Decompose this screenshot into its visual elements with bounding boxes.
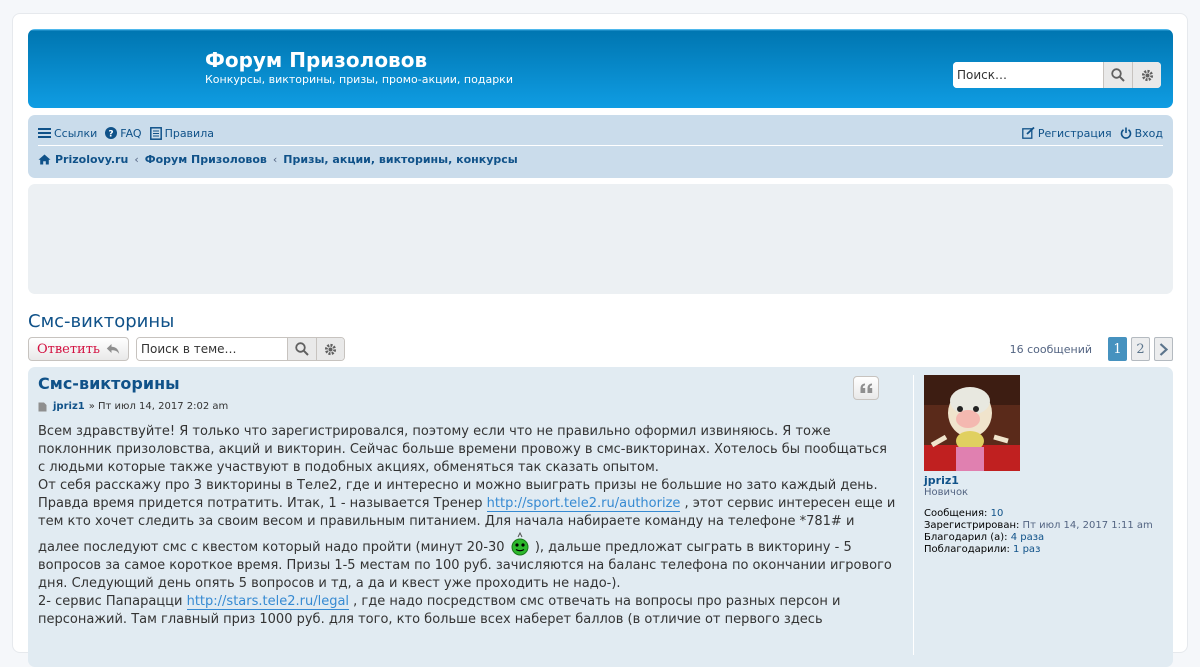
reply-arrow-icon: [106, 344, 120, 354]
nav-register-label: Регистрация: [1037, 126, 1112, 140]
post-profile: jpriz1 Новичок Сообщения: 10 Зарегистрир…: [913, 375, 1163, 655]
breadcrumb-item-forum[interactable]: Форум Призоловов: [145, 153, 267, 166]
search-icon: [295, 342, 309, 356]
post-link-sport[interactable]: http://sport.tele2.ru/authorize: [486, 496, 681, 512]
nav-links-menu[interactable]: Ссылки: [38, 127, 97, 140]
rules-document-icon: [149, 126, 162, 140]
gear-icon: [324, 343, 336, 355]
profile-thanked-label: Благодарил (а):: [924, 532, 1008, 543]
nav-register-link[interactable]: Регистрация: [1021, 126, 1112, 140]
profile-registered-label: Зарегистрирован:: [924, 520, 1020, 531]
header-search-input[interactable]: [953, 62, 1103, 88]
nav-login-label: Вход: [1134, 126, 1163, 140]
topic-search-button[interactable]: [287, 338, 316, 360]
topic-search-input[interactable]: [137, 338, 287, 360]
chevron-right-icon: [1159, 342, 1168, 356]
gear-icon: [1141, 69, 1153, 81]
profile-stats: Сообщения: 10 Зарегистрирован: Пт июл 14…: [924, 508, 1153, 556]
reply-button[interactable]: Ответить: [28, 337, 129, 361]
nav-divider: [38, 145, 1163, 146]
header-search-button[interactable]: [1103, 62, 1132, 88]
edit-icon: [1021, 127, 1035, 139]
profile-thanked-value[interactable]: 4 раза: [1011, 532, 1044, 543]
pagination: 16 сообщений 1 2: [1010, 337, 1173, 361]
breadcrumb-separator: ‹: [272, 153, 278, 166]
post: Смс-викторины jpriz1 » Пт июл 14, 2017 2…: [28, 367, 1173, 667]
avatar[interactable]: [924, 375, 1020, 471]
breadcrumb-separator: ‹: [134, 153, 139, 166]
topic-search-box: [136, 337, 345, 361]
post-paragraph: 2- сервис Папарацци http://stars.tele2.r…: [38, 593, 898, 629]
post-text: 2- сервис Папарацци: [38, 594, 187, 609]
nav-faq-link[interactable]: ? FAQ: [105, 126, 142, 140]
post-meta: jpriz1 » Пт июл 14, 2017 2:02 am: [38, 401, 228, 412]
page-wrapper: Форум Призоловов Конкурсы, викторины, пр…: [12, 13, 1188, 667]
topic-advanced-search-button[interactable]: [315, 338, 344, 360]
reply-button-label: Ответить: [37, 341, 100, 357]
search-icon: [1111, 68, 1125, 82]
quote-icon: [860, 383, 872, 393]
breadcrumb: Prizolovy.ru ‹ Форум Призоловов ‹ Призы,…: [38, 153, 518, 166]
nav-rules-link[interactable]: Правила: [149, 126, 214, 140]
navbar: Ссылки ? FAQ Правила Регистрация Вход Pr…: [28, 115, 1173, 178]
header-advanced-search-button[interactable]: [1132, 62, 1161, 88]
home-icon: [38, 154, 51, 165]
nav-rules-label: Правила: [164, 126, 214, 140]
nav-faq-label: FAQ: [120, 126, 142, 140]
profile-thanked-by-row: Поблагодарили: 1 раз: [924, 544, 1153, 556]
profile-thanked-row: Благодарил (а): 4 раза: [924, 532, 1153, 544]
profile-thanked-by-value[interactable]: 1 раз: [1013, 544, 1040, 555]
breadcrumb-item-home[interactable]: Prizolovy.ru: [55, 153, 128, 166]
page-button-2[interactable]: 2: [1131, 337, 1150, 361]
quote-button[interactable]: [853, 376, 879, 400]
power-icon: [1120, 127, 1131, 139]
nav-links-label: Ссылки: [54, 126, 98, 140]
topic-action-bar: Ответить 16 сообщений 1 2: [28, 337, 1173, 361]
nav-links-row: Ссылки ? FAQ Правила Регистрация Вход: [38, 123, 1163, 143]
smiley-icon: [511, 531, 529, 557]
profile-thanked-by-label: Поблагодарили:: [924, 544, 1010, 555]
site-title[interactable]: Форум Призоловов: [205, 48, 427, 72]
post-file-icon: [38, 402, 47, 411]
profile-registered-value: Пт июл 14, 2017 1:11 am: [1022, 520, 1153, 531]
post-count: 16 сообщений: [1009, 342, 1092, 356]
breadcrumb-item-section[interactable]: Призы, акции, викторины, конкурсы: [283, 153, 517, 166]
profile-username[interactable]: jpriz1: [924, 474, 959, 487]
post-subject[interactable]: Смс-викторины: [38, 374, 180, 393]
post-author[interactable]: jpriz1: [53, 401, 85, 412]
hamburger-icon: [38, 128, 51, 138]
profile-posts-row: Сообщения: 10: [924, 508, 1153, 520]
svg-text:?: ?: [109, 130, 114, 140]
ad-placeholder: [28, 184, 1173, 294]
profile-posts-value[interactable]: 10: [991, 508, 1004, 519]
post-date: » Пт июл 14, 2017 2:02 am: [88, 401, 229, 412]
site-header: Форум Призоловов Конкурсы, викторины, пр…: [28, 29, 1173, 108]
page-button-1[interactable]: 1: [1108, 337, 1127, 361]
profile-posts-label: Сообщения:: [924, 508, 988, 519]
site-description: Конкурсы, викторины, призы, промо-акции,…: [205, 73, 513, 86]
next-page-button[interactable]: [1154, 337, 1173, 361]
post-paragraph: Всем здравствуйте! Я только что зарегист…: [38, 424, 887, 475]
profile-rank: Новичок: [924, 487, 969, 498]
topic-title[interactable]: Смс-викторины: [28, 311, 174, 332]
post-body: Всем здравствуйте! Я только что зарегист…: [38, 423, 898, 629]
profile-registered-row: Зарегистрирован: Пт июл 14, 2017 1:11 am: [924, 520, 1153, 532]
header-search-box: [953, 62, 1161, 88]
post-link-stars[interactable]: http://stars.tele2.ru/legal: [186, 594, 350, 610]
question-circle-icon: ?: [105, 127, 118, 140]
nav-login-link[interactable]: Вход: [1120, 127, 1163, 140]
post-paragraph: От себя расскажу про 3 викторины в Теле2…: [38, 477, 898, 593]
